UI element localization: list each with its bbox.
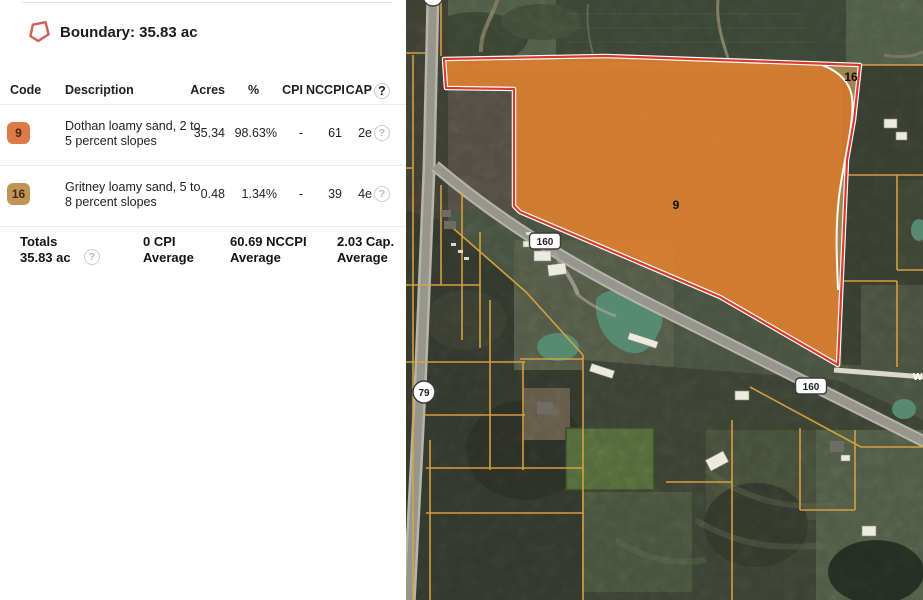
help-icon[interactable]: ? [84,249,100,265]
acres-value: 35.34 [183,126,225,140]
soil-code-badge: 9 [7,122,30,144]
route-shield-160-label: 160 [537,237,554,248]
header-percent: % [230,83,277,97]
route-shield-160-label: 160 [803,382,820,393]
percent-value: 1.34% [230,187,277,201]
cap-value: 2e [344,126,372,140]
road-name-partial-label: W [913,372,923,383]
soil-report-panel: Boundary: 35.83 ac Code Description Acre… [0,0,406,600]
nccpi-value: 61 [306,126,342,140]
average-label: Average [143,250,194,266]
nccpi-average-value: 60.69 NCCPI [230,234,307,250]
route-shield-79-label: 79 [418,388,430,399]
percent-value: 98.63% [230,126,277,140]
nccpi-value: 39 [306,187,342,201]
acres-value: 0.48 [183,187,225,201]
boundary-label: Boundary: 35.83 ac [60,24,198,41]
soil-label-9: 9 [673,198,680,212]
help-icon[interactable]: ? [374,125,390,141]
totals-row: Totals 35.83 ac ? 0 CPI Average 60.69 NC… [0,226,406,296]
help-icon[interactable]: ? [374,186,390,202]
soil-label-16: 16 [844,70,858,84]
cap-average-value: 2.03 Cap. [337,234,394,250]
soil-code-badge: 16 [7,183,30,205]
boundary-polygon-icon [28,20,51,45]
totals-acres-value: 35.83 ac [20,250,71,266]
totals-cap: 2.03 Cap. Average [337,234,394,265]
table-row-soil-16: 16 Gritney loamy sand, 5 to 8 percent sl… [0,165,406,227]
cpi-value: - [278,187,303,201]
panel-divider [22,2,392,3]
header-cap: CAP [344,83,372,97]
cpi-average-value: 0 CPI [143,234,194,250]
map-canvas: 9 16 79 160 160 W [406,0,923,600]
header-code: Code [10,83,55,97]
header-acres: Acres [183,83,225,97]
totals-acres: Totals 35.83 ac [20,234,71,265]
header-cpi: CPI [278,83,303,97]
cap-value: 4e [344,187,372,201]
average-label: Average [337,250,394,266]
satellite-map[interactable]: 9 16 79 160 160 W [406,0,923,600]
cpi-value: - [278,126,303,140]
totals-label: Totals [20,234,71,250]
boundary-summary: Boundary: 35.83 ac [28,18,198,46]
average-label: Average [230,250,307,266]
table-header: Code Description Acres % CPI NCCPI CAP ? [0,78,406,105]
help-icon[interactable]: ? [374,83,390,99]
header-nccpi: NCCPI [306,83,342,97]
table-row-soil-9: 9 Dothan loamy sand, 2 to 5 percent slop… [0,104,406,166]
soil-survey-app: Boundary: 35.83 ac Code Description Acre… [0,0,923,600]
totals-nccpi: 60.69 NCCPI Average [230,234,307,265]
totals-cpi: 0 CPI Average [143,234,194,265]
